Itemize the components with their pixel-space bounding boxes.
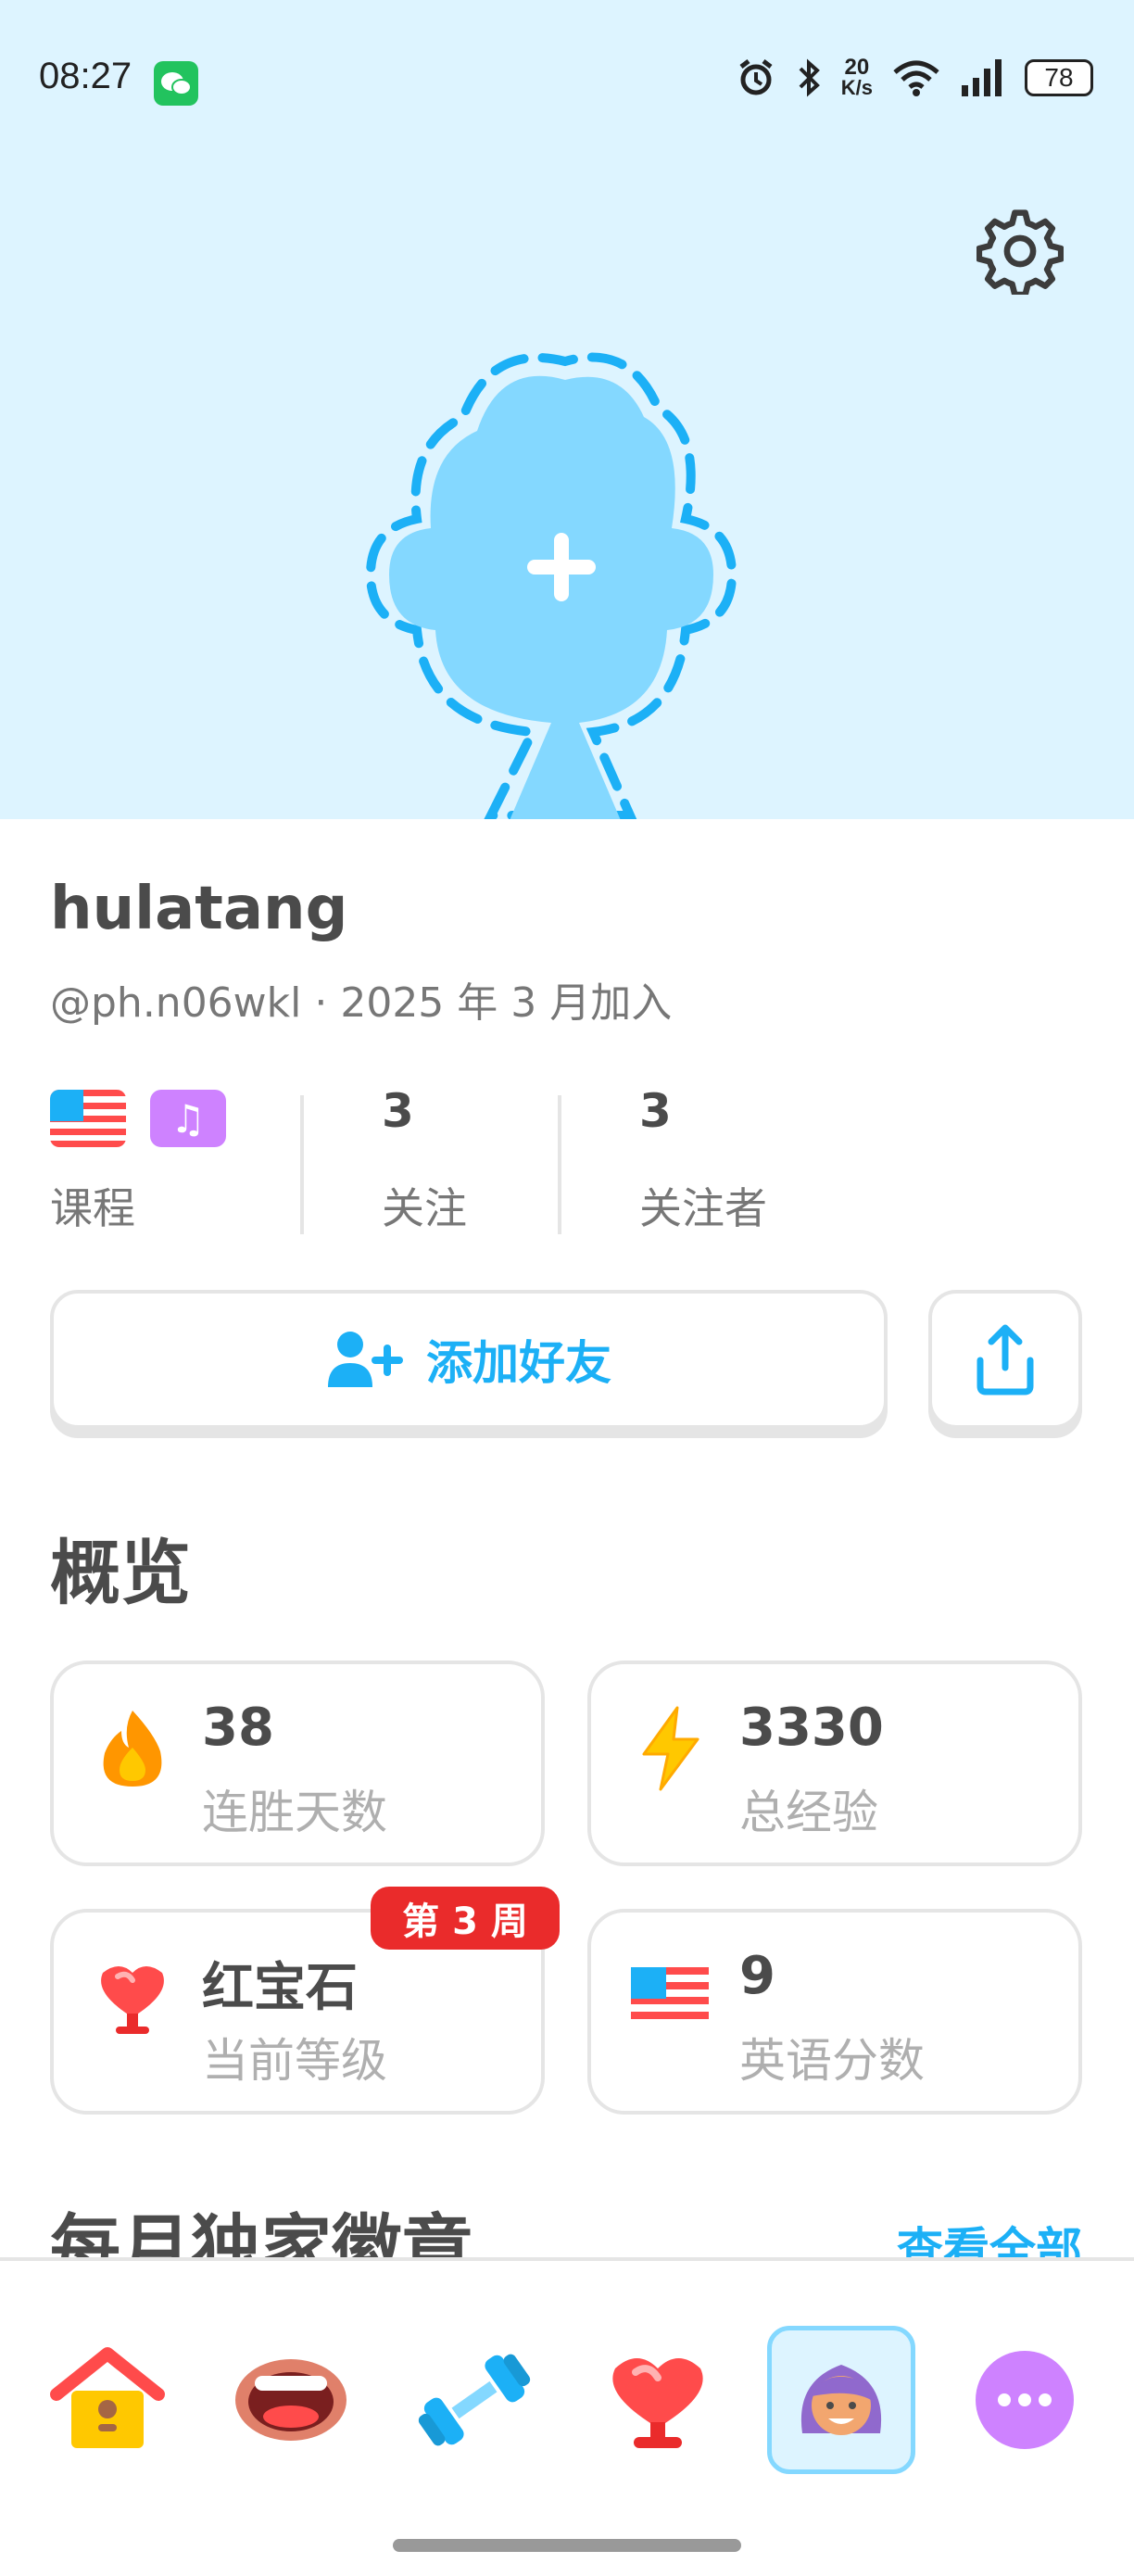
overview-title: 概览 <box>50 1532 191 1614</box>
share-button[interactable] <box>928 1290 1082 1429</box>
nav-practice[interactable] <box>400 2326 548 2474</box>
view-all-link[interactable]: 查看全部 <box>897 2213 1082 2261</box>
profile-icon <box>800 2365 882 2435</box>
battery-icon: 78 <box>1025 59 1093 96</box>
us-flag-icon <box>628 1955 712 2039</box>
following-stat[interactable]: 3 关注 <box>382 1084 567 1233</box>
speak-icon <box>235 2359 346 2441</box>
bottom-nav <box>0 2257 1134 2576</box>
total-xp-card[interactable]: 3330 总经验 <box>587 1661 1082 1866</box>
nav-speak[interactable] <box>217 2326 365 2474</box>
english-score-value: 9 <box>739 1946 775 2006</box>
status-bar: 08:27 20 K/s 78 <box>0 0 1134 167</box>
bluetooth-icon <box>799 58 820 97</box>
share-icon <box>976 1324 1034 1395</box>
more-icon <box>976 2351 1074 2449</box>
english-score-label: 英语分数 <box>739 2034 925 2088</box>
streak-card[interactable]: 38 连胜天数 <box>50 1661 545 1866</box>
stat-divider <box>300 1095 304 1234</box>
streak-label: 连胜天数 <box>202 1786 387 1839</box>
courses-stat[interactable]: ♫ 课程 <box>50 1084 272 1233</box>
us-flag-icon <box>50 1090 126 1147</box>
courses-label: 课程 <box>50 1183 135 1233</box>
monthly-badges-header: 每月独家徽章 查看全部 <box>0 2187 1134 2261</box>
alarm-icon <box>739 59 773 95</box>
ruby-trophy-icon <box>91 1955 174 2039</box>
profile-name: hulatang <box>50 875 348 943</box>
home-icon <box>50 2347 165 2448</box>
lightning-icon <box>628 1706 712 1791</box>
week-badge: 第 3 周 <box>371 1887 560 1950</box>
status-icons: 20 K/s 78 <box>736 57 1093 98</box>
nav-leaderboard[interactable] <box>584 2326 732 2474</box>
nav-home[interactable] <box>33 2326 182 2474</box>
english-score-card[interactable]: 9 英语分数 <box>587 1909 1082 2115</box>
nav-profile[interactable] <box>767 2326 915 2474</box>
profile-stats: ♫ 课程 3 关注 3 关注者 <box>50 1084 1088 1234</box>
total-xp-label: 总经验 <box>739 1786 878 1839</box>
nav-more[interactable] <box>951 2326 1099 2474</box>
net-speed-unit: K/s <box>840 76 873 99</box>
wifi-icon <box>893 60 939 96</box>
add-friend-label: 添加好友 <box>426 1336 611 1390</box>
total-xp-value: 3330 <box>739 1698 884 1758</box>
followers-count: 3 <box>639 1084 672 1138</box>
profile-hero: 08:27 20 K/s 78 <box>0 0 1134 819</box>
profile-handle-joined: @ph.n06wkl · 2025 年 3 月加入 <box>50 979 673 1027</box>
league-label: 当前等级 <box>202 2034 387 2088</box>
settings-gear-icon[interactable] <box>976 208 1064 295</box>
add-person-icon <box>328 1332 403 1387</box>
avatar-placeholder[interactable] <box>352 324 778 819</box>
streak-value: 38 <box>202 1698 274 1758</box>
home-indicator[interactable] <box>393 2539 741 2552</box>
followers-stat[interactable]: 3 关注者 <box>639 1084 862 1233</box>
flame-icon <box>91 1707 174 1790</box>
signal-icon <box>962 59 1002 96</box>
music-course-icon: ♫ <box>150 1090 226 1147</box>
wechat-icon <box>154 61 198 106</box>
battery-level: 78 <box>1044 63 1074 92</box>
status-time: 08:27 <box>39 56 132 96</box>
following-count: 3 <box>382 1084 414 1138</box>
followers-label: 关注者 <box>639 1183 767 1233</box>
leaderboard-icon <box>612 2358 703 2448</box>
net-speed-value: 20 <box>844 55 870 80</box>
monthly-badges-title: 每月独家徽章 <box>50 2206 472 2261</box>
add-friend-button[interactable]: 添加好友 <box>50 1290 888 1429</box>
league-value: 红宝石 <box>202 1958 358 2018</box>
stat-divider <box>558 1095 561 1234</box>
following-label: 关注 <box>382 1183 467 1233</box>
net-speed: 20 K/s <box>841 57 873 98</box>
practice-icon <box>418 2354 531 2446</box>
